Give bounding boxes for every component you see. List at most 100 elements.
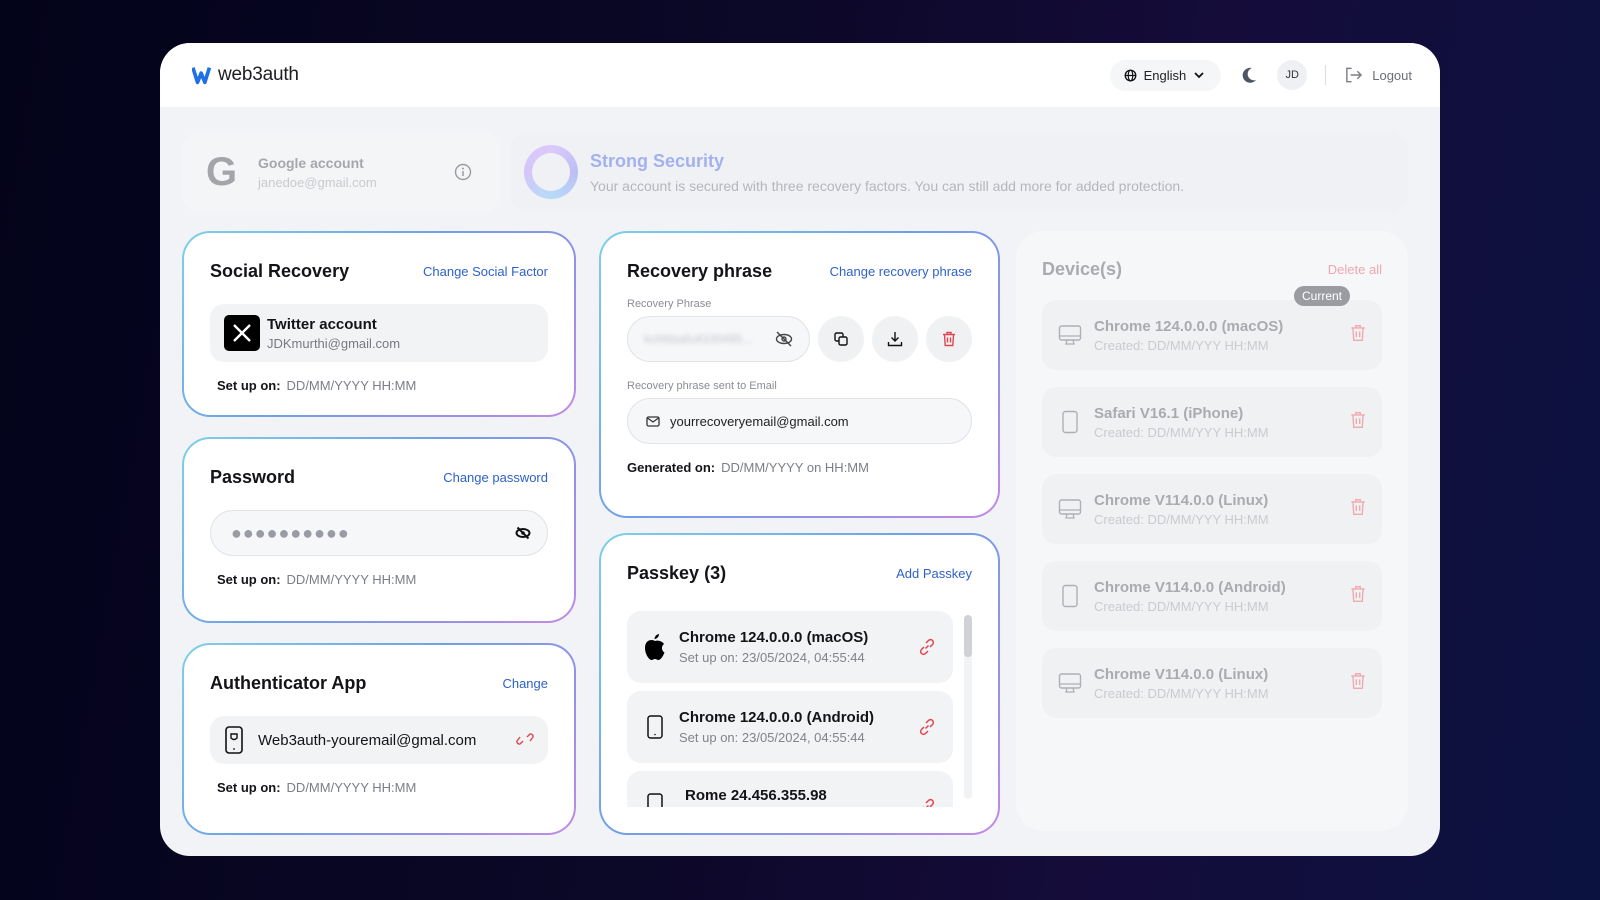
- logout-label: Logout: [1372, 67, 1412, 83]
- brand-logo[interactable]: web3auth: [192, 64, 299, 86]
- recovery-email-value: yourrecoveryemail@gmail.com: [670, 413, 849, 429]
- add-passkey-link[interactable]: Add Passkey: [896, 566, 972, 581]
- card-title: Social Recovery: [210, 261, 350, 281]
- device-item: Safari V16.1 (iPhone) Created: DD/MM/YYY…: [1042, 387, 1382, 457]
- passkey-card: Passkey (3) Add Passkey Chrome 124.0.0.0…: [599, 533, 1000, 835]
- device-name: Chrome 124.0.0.0 (macOS): [1094, 317, 1284, 335]
- authenticator-phone-icon: [225, 726, 243, 754]
- account-provider: Google account: [258, 154, 364, 171]
- passkey-setup: Set up on: 23/05/2024, 04:55:44: [679, 730, 865, 745]
- eye-off-icon[interactable]: [515, 525, 531, 541]
- phone-icon: [647, 715, 663, 739]
- generated-info: Generated on: DD/MM/YYYY on HH:MM: [627, 460, 972, 475]
- password-field[interactable]: ●●●●●●●●●●: [210, 510, 548, 556]
- recovery-phrase-hidden: kchfdsafu4330495...: [644, 332, 753, 346]
- mail-icon: [646, 415, 660, 427]
- trash-icon: [943, 331, 956, 347]
- card-title: Recovery phrase: [627, 261, 773, 281]
- trash-icon[interactable]: [1350, 498, 1366, 516]
- account-summary: G Google account janedoe@gmail.com Stron…: [182, 131, 1408, 213]
- change-authenticator-link[interactable]: Change: [502, 676, 548, 691]
- header-divider: [1325, 65, 1327, 85]
- password-card: Password Change password ●●●●●●●●●● Set …: [182, 437, 576, 623]
- brand-name: web3auth: [218, 64, 299, 85]
- generated-value: DD/MM/YYYY on HH:MM: [721, 460, 869, 475]
- setup-value: DD/MM/YYYY HH:MM: [286, 378, 417, 393]
- apple-icon: [645, 634, 665, 660]
- logout-button[interactable]: Logout: [1344, 66, 1412, 84]
- passkey-setup: Set up on: 23/05/2024, 04:55:44: [679, 650, 865, 665]
- account-email: janedoe@gmail.com: [258, 174, 377, 190]
- change-password-link[interactable]: Change password: [443, 470, 548, 485]
- desktop-icon: [1058, 499, 1082, 519]
- recovery-email-field[interactable]: yourrecoveryemail@gmail.com: [627, 398, 972, 444]
- x-twitter-icon: [224, 315, 260, 351]
- passkey-item: Chrome 124.0.0.0 (macOS) Set up on: 23/0…: [627, 611, 953, 683]
- card-title: Passkey (3): [627, 563, 727, 583]
- social-account-title: Twitter account: [267, 315, 377, 333]
- delete-all-devices-link[interactable]: Delete all: [1328, 262, 1382, 277]
- trash-icon[interactable]: [1350, 324, 1366, 342]
- desktop-icon: [1058, 673, 1082, 693]
- device-created: Created: DD/MM/YYY HH:MM: [1094, 685, 1269, 701]
- link-icon[interactable]: [917, 717, 937, 737]
- passkey-name: Chrome 124.0.0.0 (macOS): [679, 629, 869, 646]
- device-created: Created: DD/MM/YYY HH:MM: [1094, 598, 1269, 614]
- authenticator-account: Web3auth-youremail@gmal.com: [258, 731, 477, 749]
- desktop-icon: [1058, 325, 1082, 345]
- trash-icon[interactable]: [1350, 672, 1366, 690]
- authenticator-item: Web3auth-youremail@gmal.com: [210, 716, 548, 764]
- download-icon: [888, 332, 903, 347]
- link-icon[interactable]: [917, 637, 937, 657]
- avatar[interactable]: JD: [1277, 60, 1308, 90]
- current-device-badge: Current: [1293, 286, 1350, 306]
- security-ring-icon: [524, 145, 578, 199]
- recovery-phrase-label: Recovery Phrase: [627, 298, 712, 310]
- eye-off-icon[interactable]: [775, 331, 793, 347]
- recovery-phrase-field[interactable]: kchfdsafu4330495...: [627, 316, 811, 362]
- info-icon[interactable]: [454, 163, 472, 181]
- change-social-factor-link[interactable]: Change Social Factor: [423, 264, 548, 279]
- setup-label: Set up on:: [217, 572, 281, 587]
- setup-value: DD/MM/YYYY HH:MM: [286, 780, 417, 795]
- chevron-down-icon: [1194, 72, 1204, 79]
- password-masked: ●●●●●●●●●●: [231, 522, 350, 543]
- device-created: Created: DD/MM/YYY HH:MM: [1094, 337, 1269, 353]
- security-status-card: Strong Security Your account is secured …: [510, 131, 1408, 213]
- trash-icon[interactable]: [1350, 585, 1366, 603]
- device-item: Chrome V114.0.0 (Linux) Created: DD/MM/Y…: [1042, 474, 1382, 544]
- social-account-item: Twitter account JDKmurthi@gmail.com: [210, 304, 548, 362]
- devices-title: Device(s): [1042, 259, 1123, 279]
- download-button[interactable]: [872, 316, 919, 362]
- setup-info: Set up on: DD/MM/YYYY HH:MM: [210, 572, 548, 587]
- card-title: Authenticator App: [210, 673, 367, 693]
- trash-icon[interactable]: [1350, 411, 1366, 429]
- app-window: web3auth English JD Logout G Google acco…: [160, 43, 1440, 856]
- setup-info: Set up on: DD/MM/YYYY HH:MM: [210, 378, 548, 393]
- recovery-phrase-card: Recovery phrase Change recovery phrase R…: [599, 231, 1000, 518]
- security-description: Your account is secured with three recov…: [590, 177, 1185, 194]
- device-name: Chrome V114.0.0 (Android): [1094, 578, 1286, 596]
- device-item: Current Chrome 124.0.0.0 (macOS) Created…: [1042, 286, 1382, 370]
- card-title: Password: [210, 467, 296, 487]
- language-selector[interactable]: English: [1109, 59, 1222, 91]
- moon-icon[interactable]: [1239, 65, 1259, 85]
- device-name: Chrome V114.0.0 (Linux): [1094, 491, 1269, 509]
- device-list: Current Chrome 124.0.0.0 (macOS) Created…: [1042, 286, 1382, 718]
- language-label: English: [1143, 67, 1187, 83]
- link-icon[interactable]: [917, 797, 937, 807]
- delete-phrase-button[interactable]: [926, 316, 973, 362]
- device-name: Chrome V114.0.0 (Linux): [1094, 665, 1269, 683]
- phone-icon: [647, 793, 663, 807]
- setup-label: Set up on:: [217, 780, 281, 795]
- passkey-name: Rome 24.456.355.98: [685, 787, 827, 804]
- setup-label: Set up on:: [217, 378, 281, 393]
- unlink-icon[interactable]: [516, 730, 534, 748]
- change-recovery-phrase-link[interactable]: Change recovery phrase: [830, 264, 972, 279]
- passkey-scrollbar-thumb[interactable]: [964, 615, 972, 657]
- devices-panel: Device(s) Delete all Current Chrome 124.…: [1016, 231, 1408, 831]
- top-bar: web3auth English JD Logout: [160, 43, 1440, 107]
- passkey-name: Chrome 124.0.0.0 (Android): [679, 709, 875, 726]
- social-account-email: JDKmurthi@gmail.com: [267, 335, 401, 351]
- copy-button[interactable]: [818, 316, 865, 362]
